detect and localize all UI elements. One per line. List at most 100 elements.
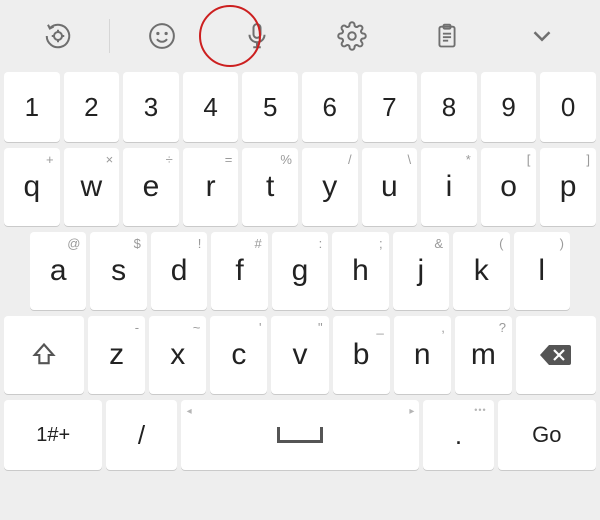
key-o[interactable]: [o [481,148,537,226]
number-row: 123 4 56789 0 [4,72,596,142]
key-label: i [446,170,453,204]
key-hint: # [255,236,262,251]
key-hint: ; [379,236,383,251]
key-hint: = [225,152,233,167]
key-i[interactable]: *i [421,148,477,226]
key-u[interactable]: \u [362,148,418,226]
key-hint: $ [134,236,141,251]
key-0[interactable]: 0 [540,72,596,142]
key-hint: % [280,152,292,167]
key-hint: \ [408,152,412,167]
key-hint: ) [560,236,564,251]
key-k[interactable]: (k [453,232,509,310]
period-key-label: . [455,420,462,451]
backspace-key[interactable] [516,316,596,394]
key-label: c [231,338,246,372]
key-y[interactable]: /y [302,148,358,226]
collapse-keyboard-icon[interactable] [495,0,590,72]
emoji-icon[interactable] [114,0,209,72]
key-label: q [23,170,40,204]
keyboard: 1234567890 +q×w÷e=r%t/y\u*i[o]p @a$s!d#f… [0,72,600,470]
next-lang-hint: ▸ [409,406,413,417]
key-5[interactable]: 5 [242,72,298,142]
key-hint: ] [586,152,590,167]
key-label: 7 [382,92,396,123]
key-label: k [474,254,489,288]
key-1[interactable]: 1 [4,72,60,142]
key-hint: : [319,236,323,251]
key-label: d [171,254,188,288]
key-s[interactable]: $s [90,232,146,310]
key-x[interactable]: ~x [149,316,206,394]
key-v[interactable]: "v [271,316,328,394]
period-key[interactable]: ••• . [423,400,493,470]
key-label: a [50,254,67,288]
key-label: r [206,170,216,204]
key-hint: , [441,320,445,335]
key-g[interactable]: :g [272,232,328,310]
key-hint: ~ [193,320,201,335]
settings-icon[interactable] [305,0,400,72]
key-hint: ! [198,236,202,251]
slash-key[interactable]: / [106,400,176,470]
key-j[interactable]: &j [393,232,449,310]
key-3[interactable]: 3 [123,72,179,142]
key-label: 9 [501,92,515,123]
key-2[interactable]: 2 [64,72,120,142]
key-7[interactable]: 7 [362,72,418,142]
key-8[interactable]: 8 [421,72,477,142]
key-w[interactable]: ×w [64,148,120,226]
key-hint: × [106,152,114,167]
key-d[interactable]: !d [151,232,207,310]
key-c[interactable]: 'c [210,316,267,394]
key-hint: [ [527,152,531,167]
go-key-label: Go [532,422,561,448]
key-hint: - [135,320,139,335]
key-label: 0 [561,92,575,123]
key-hint: " [318,320,323,335]
key-label: l [538,254,545,288]
key-b[interactable]: _b [333,316,390,394]
space-key[interactable]: ◂ ▸ [181,400,420,470]
letter-row-1: +q×w÷e=r%t/y\u*i[o]p [4,148,596,226]
key-r[interactable]: =r [183,148,239,226]
key-z[interactable]: -z [88,316,145,394]
key-n[interactable]: ,n [394,316,451,394]
key-label: 4 [203,92,217,123]
slash-key-label: / [138,420,145,451]
key-hint: ? [499,320,506,335]
key-9[interactable]: 9 [481,72,537,142]
key-l[interactable]: )l [514,232,570,310]
key-label: 5 [263,92,277,123]
go-key[interactable]: Go [498,400,596,470]
key-4[interactable]: 4 [183,72,239,142]
key-e[interactable]: ÷e [123,148,179,226]
key-label: g [292,254,309,288]
key-label: 3 [144,92,158,123]
key-label: m [471,338,496,372]
key-6[interactable]: 6 [302,72,358,142]
key-m[interactable]: ?m [455,316,512,394]
shift-key[interactable] [4,316,84,394]
key-hint: _ [376,320,383,335]
key-label: y [322,170,337,204]
key-hint: / [348,152,352,167]
key-label: u [381,170,398,204]
key-t[interactable]: %t [242,148,298,226]
clipboard-icon[interactable] [400,0,495,72]
key-f[interactable]: #f [211,232,267,310]
voice-input-icon[interactable] [209,0,304,72]
key-a[interactable]: @a [30,232,86,310]
key-label: f [235,254,243,288]
key-label: j [418,254,425,288]
key-h[interactable]: ;h [332,232,388,310]
smart-typing-icon[interactable] [10,0,105,72]
key-p[interactable]: ]p [540,148,596,226]
letter-row-3: -z~x'c"v_b,n?m [4,316,596,394]
space-icon [277,427,323,443]
key-label: w [81,170,103,204]
key-hint: ' [259,320,261,335]
symbols-key[interactable]: 1#+ [4,400,102,470]
key-q[interactable]: +q [4,148,60,226]
letter-row-2: @a$s!d#f:g;h&j(k)l [30,232,570,310]
